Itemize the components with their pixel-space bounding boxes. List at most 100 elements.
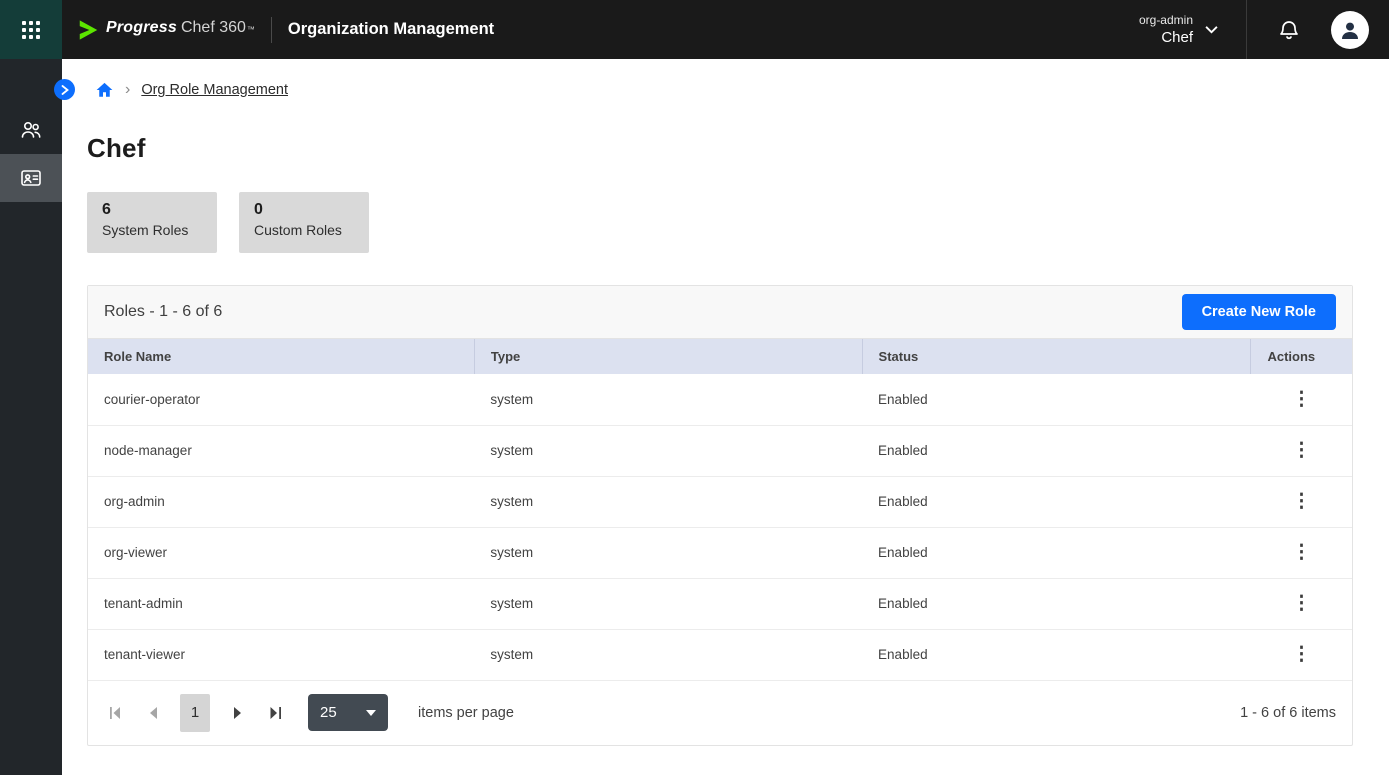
home-icon	[95, 81, 114, 99]
sidebar	[0, 59, 62, 775]
sidebar-expand-button[interactable]	[54, 79, 75, 100]
row-actions-button[interactable]: ⋮	[1283, 487, 1320, 516]
table-row: tenant-viewer system Enabled ⋮	[88, 629, 1352, 680]
pager-summary: 1 - 6 of 6 items	[1240, 705, 1336, 721]
cell-status: Enabled	[862, 578, 1251, 629]
progress-logo-icon	[78, 19, 99, 41]
user-menu-button[interactable]	[1331, 11, 1369, 49]
column-header-actions: Actions	[1251, 339, 1352, 374]
caret-down-icon	[366, 710, 376, 716]
chevron-right-icon	[61, 85, 69, 95]
last-page-button[interactable]	[264, 702, 286, 724]
breadcrumb-link-org-role-management[interactable]: Org Role Management	[141, 82, 288, 98]
cell-status: Enabled	[862, 476, 1251, 527]
roles-toolbar: Roles - 1 - 6 of 6 Create New Role	[88, 286, 1352, 339]
page-context-title: Organization Management	[288, 20, 494, 39]
cell-type: system	[474, 629, 862, 680]
row-actions-button[interactable]: ⋮	[1283, 436, 1320, 465]
cell-type: system	[474, 476, 862, 527]
cell-type: system	[474, 578, 862, 629]
roles-table: Role Name Type Status Actions courier-op…	[88, 339, 1352, 681]
table-row: tenant-admin system Enabled ⋮	[88, 578, 1352, 629]
notifications-button[interactable]	[1277, 18, 1301, 42]
previous-page-icon	[149, 707, 158, 719]
cell-actions: ⋮	[1251, 476, 1352, 527]
cell-actions: ⋮	[1251, 527, 1352, 578]
cell-actions: ⋮	[1251, 578, 1352, 629]
page-number-button[interactable]: 1	[180, 694, 210, 732]
main-content: › Org Role Management Chef 6 System Role…	[62, 59, 1389, 775]
cell-role-name: org-admin	[88, 476, 474, 527]
last-page-icon	[270, 707, 281, 719]
brand-product: Chef 360	[181, 19, 246, 37]
cell-role-name: org-viewer	[88, 527, 474, 578]
previous-page-button[interactable]	[142, 702, 164, 724]
app-launcher-button[interactable]	[0, 0, 62, 59]
first-page-button[interactable]	[104, 702, 126, 724]
stat-card-system-roles: 6 System Roles	[87, 192, 217, 253]
page-size-select[interactable]: 25	[308, 694, 388, 731]
column-header-role-name: Role Name	[88, 339, 474, 374]
create-new-role-button[interactable]: Create New Role	[1182, 294, 1336, 330]
pagination-bar: 1 25 items per page 1 - 6 of 6 items	[88, 681, 1352, 745]
cell-role-name: tenant-admin	[88, 578, 474, 629]
app-launcher-icon	[22, 21, 40, 39]
sidebar-item-roles[interactable]	[0, 154, 62, 202]
table-row: org-viewer system Enabled ⋮	[88, 527, 1352, 578]
chevron-down-icon	[1205, 25, 1218, 34]
cell-actions: ⋮	[1251, 425, 1352, 476]
next-page-button[interactable]	[226, 702, 248, 724]
stat-label: Custom Roles	[254, 222, 354, 238]
header-divider	[1246, 0, 1247, 59]
roles-table-head-row: Role Name Type Status Actions	[88, 339, 1352, 374]
breadcrumb: › Org Role Management	[95, 81, 1389, 99]
id-card-icon	[19, 166, 43, 190]
top-header: Progress Chef 360 ™ Organization Managem…	[0, 0, 1389, 59]
brand-trademark: ™	[247, 25, 255, 34]
cell-status: Enabled	[862, 629, 1251, 680]
cell-status: Enabled	[862, 374, 1251, 425]
row-actions-button[interactable]: ⋮	[1283, 385, 1320, 414]
stat-value: 0	[254, 201, 354, 219]
cell-role-name: node-manager	[88, 425, 474, 476]
app: Progress Chef 360 ™ Organization Managem…	[0, 0, 1389, 775]
pager-controls: 1 25 items per page	[104, 694, 514, 732]
stat-value: 6	[102, 201, 202, 219]
sidebar-items	[0, 106, 62, 202]
header-brand-divider	[271, 17, 272, 43]
cell-type: system	[474, 374, 862, 425]
cell-role-name: courier-operator	[88, 374, 474, 425]
items-per-page-label: items per page	[418, 705, 514, 721]
bell-icon	[1277, 18, 1301, 42]
cell-actions: ⋮	[1251, 629, 1352, 680]
breadcrumb-separator: ›	[125, 82, 130, 98]
page-title: Chef	[87, 133, 1389, 164]
cell-role-name: tenant-viewer	[88, 629, 474, 680]
org-info: org-admin Chef	[1139, 11, 1193, 48]
cell-status: Enabled	[862, 527, 1251, 578]
header-right: org-admin Chef	[1139, 0, 1389, 59]
user-avatar-icon	[1338, 18, 1362, 42]
page-size-value: 25	[320, 704, 337, 721]
brand: Progress Chef 360 ™	[78, 19, 255, 41]
sidebar-item-users[interactable]	[0, 106, 62, 154]
cell-type: system	[474, 425, 862, 476]
stat-label: System Roles	[102, 222, 202, 238]
cell-status: Enabled	[862, 425, 1251, 476]
roles-count-title: Roles - 1 - 6 of 6	[104, 303, 222, 321]
row-actions-button[interactable]: ⋮	[1283, 640, 1320, 669]
next-page-icon	[233, 707, 242, 719]
roles-card: Roles - 1 - 6 of 6 Create New Role Role …	[87, 285, 1353, 746]
breadcrumb-home-link[interactable]	[95, 81, 114, 99]
roles-table-body: courier-operator system Enabled ⋮ node-m…	[88, 374, 1352, 680]
org-role-label: org-admin	[1139, 11, 1193, 29]
org-switcher[interactable]: org-admin Chef	[1139, 11, 1218, 48]
org-name: Chef	[1139, 29, 1193, 48]
stat-card-custom-roles: 0 Custom Roles	[239, 192, 369, 253]
column-header-status: Status	[862, 339, 1251, 374]
cell-actions: ⋮	[1251, 374, 1352, 425]
table-row: org-admin system Enabled ⋮	[88, 476, 1352, 527]
cell-type: system	[474, 527, 862, 578]
row-actions-button[interactable]: ⋮	[1283, 538, 1320, 567]
row-actions-button[interactable]: ⋮	[1283, 589, 1320, 618]
